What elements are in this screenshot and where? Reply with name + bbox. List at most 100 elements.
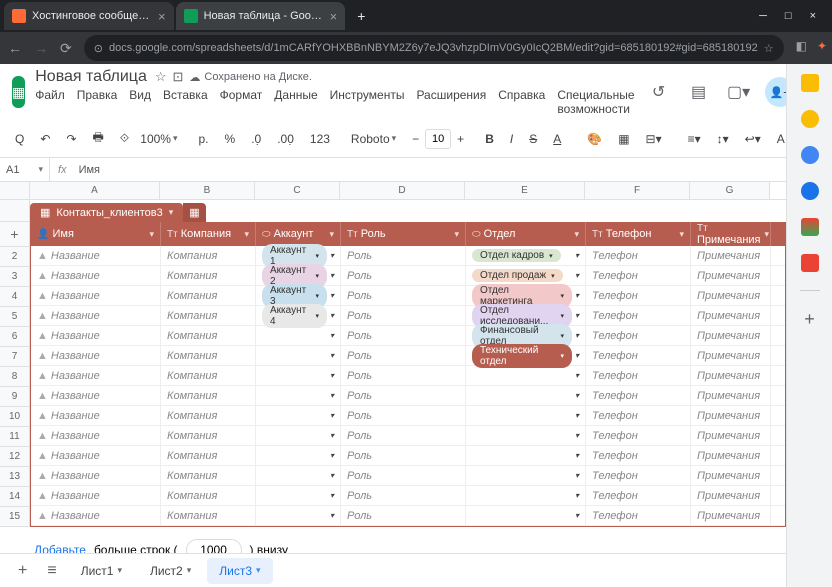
table-row[interactable]: ▲ НазваниеКомпания▾Роль▾ТелефонПримечани… [31,406,785,426]
cell[interactable]: ▾ [256,486,341,505]
menu-item[interactable]: Расширения [416,88,486,116]
cell[interactable]: Аккаунт 2▾▾ [256,266,341,285]
menu-item[interactable]: Данные [274,88,317,116]
row-header[interactable]: 11 [0,427,30,447]
column-header[interactable]: E [465,182,585,199]
cell[interactable]: Аккаунт 3▾▾ [256,286,341,305]
calendar-icon[interactable] [801,74,819,92]
cell[interactable]: Телефон [586,286,691,305]
zoom-select[interactable]: 100% [140,132,171,146]
cell[interactable]: ▲ Название [31,446,161,465]
addon-icon[interactable] [801,254,819,272]
column-header[interactable]: D [340,182,465,199]
cell[interactable]: Телефон [586,426,691,445]
cell[interactable]: ▾ [466,386,586,405]
cell[interactable]: Телефон [586,406,691,425]
table-row[interactable]: ▲ НазваниеКомпанияАккаунт 2▾▾РольОтдел п… [31,266,785,286]
browser-tab[interactable]: Хостинговое сообщество «Tin... × [4,2,174,30]
row-header[interactable]: 12 [0,447,30,467]
cell[interactable]: ▲ Название [31,406,161,425]
reload-button[interactable]: ⟳ [60,40,72,57]
cell[interactable]: Роль [341,386,466,405]
add-row-button[interactable] [0,200,30,222]
history-icon[interactable]: ↺ [645,78,673,106]
cell[interactable]: Телефон [586,306,691,325]
font-size-increase[interactable]: + [457,132,464,146]
font-select[interactable]: Roboto [351,132,390,146]
cell[interactable]: ▲ Название [31,306,161,325]
cell[interactable]: Телефон [586,486,691,505]
table-column-header[interactable]: ⬭ Аккаунт▾ [256,222,341,246]
menu-item[interactable]: Вид [129,88,151,116]
cell[interactable]: Роль [341,326,466,345]
row-header[interactable]: 6 [0,327,30,347]
cell[interactable]: Компания [161,326,256,345]
cell[interactable]: Роль [341,306,466,325]
move-icon[interactable]: ⊡ [173,69,184,85]
cell[interactable]: ▾ [256,426,341,445]
cell[interactable]: Примечания [691,326,771,345]
table-row[interactable]: ▲ НазваниеКомпания▾РольТехнический отдел… [31,346,785,366]
menu-item[interactable]: Правка [77,88,118,116]
cell[interactable]: ▾ [466,366,586,385]
doc-title[interactable]: Новая таблица [35,68,147,86]
table-row[interactable]: ▲ НазваниеКомпания▾Роль▾ТелефонПримечани… [31,426,785,446]
cell[interactable]: ▾ [256,506,341,525]
cell[interactable]: ▲ Название [31,346,161,365]
cell[interactable]: ▾ [256,366,341,385]
cell[interactable]: Роль [341,506,466,525]
cell[interactable]: ▾ [256,406,341,425]
borders-button[interactable]: ▦ [613,128,634,150]
add-row-button[interactable]: + [0,222,30,247]
contacts-icon[interactable] [801,182,819,200]
cell[interactable]: Компания [161,346,256,365]
cell[interactable]: Телефон [586,366,691,385]
cell[interactable]: Телефон [586,346,691,365]
cell[interactable]: Компания [161,406,256,425]
table-grid-icon[interactable]: ▦ [183,203,205,222]
font-size-input[interactable] [425,129,451,149]
cell[interactable]: Роль [341,286,466,305]
row-header[interactable]: 4 [0,287,30,307]
cell[interactable]: Компания [161,286,256,305]
increase-decimal-button[interactable]: .00̣ [272,128,299,150]
table-row[interactable]: ▲ НазваниеКомпания▾Роль▾ТелефонПримечани… [31,386,785,406]
extension-icon[interactable]: ◧ [796,39,807,57]
cell[interactable]: Примечания [691,506,771,525]
cell[interactable]: Компания [161,486,256,505]
cell[interactable]: Отдел кадров▾▾ [466,246,586,265]
merge-button[interactable]: ⊟▾ [641,128,667,150]
row-header[interactable]: 9 [0,387,30,407]
decrease-decimal-button[interactable]: .0̣ [246,128,266,150]
cell[interactable]: Телефон [586,506,691,525]
cell[interactable]: Примечания [691,466,771,485]
all-sheets-button[interactable]: ≡ [39,556,64,586]
cell[interactable]: ▾ [256,346,341,365]
cell[interactable]: Компания [161,306,256,325]
table-column-header[interactable]: Tт Компания▾ [161,222,256,246]
column-header[interactable]: C [255,182,340,199]
italic-button[interactable]: I [505,128,518,150]
row-header[interactable]: 13 [0,467,30,487]
row-header[interactable]: 3 [0,267,30,287]
cell[interactable]: Телефон [586,326,691,345]
cell[interactable]: Примечания [691,386,771,405]
cell[interactable]: Компания [161,266,256,285]
menu-item[interactable]: Специальные возможности [557,88,634,116]
cell[interactable]: Примечания [691,446,771,465]
column-header[interactable]: G [690,182,770,199]
maps-icon[interactable] [801,218,819,236]
undo-button[interactable]: ↶ [35,128,55,150]
cell[interactable]: Компания [161,466,256,485]
add-addon-button[interactable]: + [804,309,815,330]
table-column-header[interactable]: ⬭ Отдел▾ [466,222,586,246]
sheet-tab[interactable]: Лист2 ▾ [138,558,203,584]
menu-item[interactable]: Справка [498,88,545,116]
cell[interactable]: ▲ Название [31,386,161,405]
cell[interactable]: Телефон [586,466,691,485]
menu-item[interactable]: Вставка [163,88,208,116]
cell[interactable]: Телефон [586,446,691,465]
cell[interactable]: Компания [161,366,256,385]
cell[interactable]: Роль [341,366,466,385]
cell[interactable]: Роль [341,246,466,265]
